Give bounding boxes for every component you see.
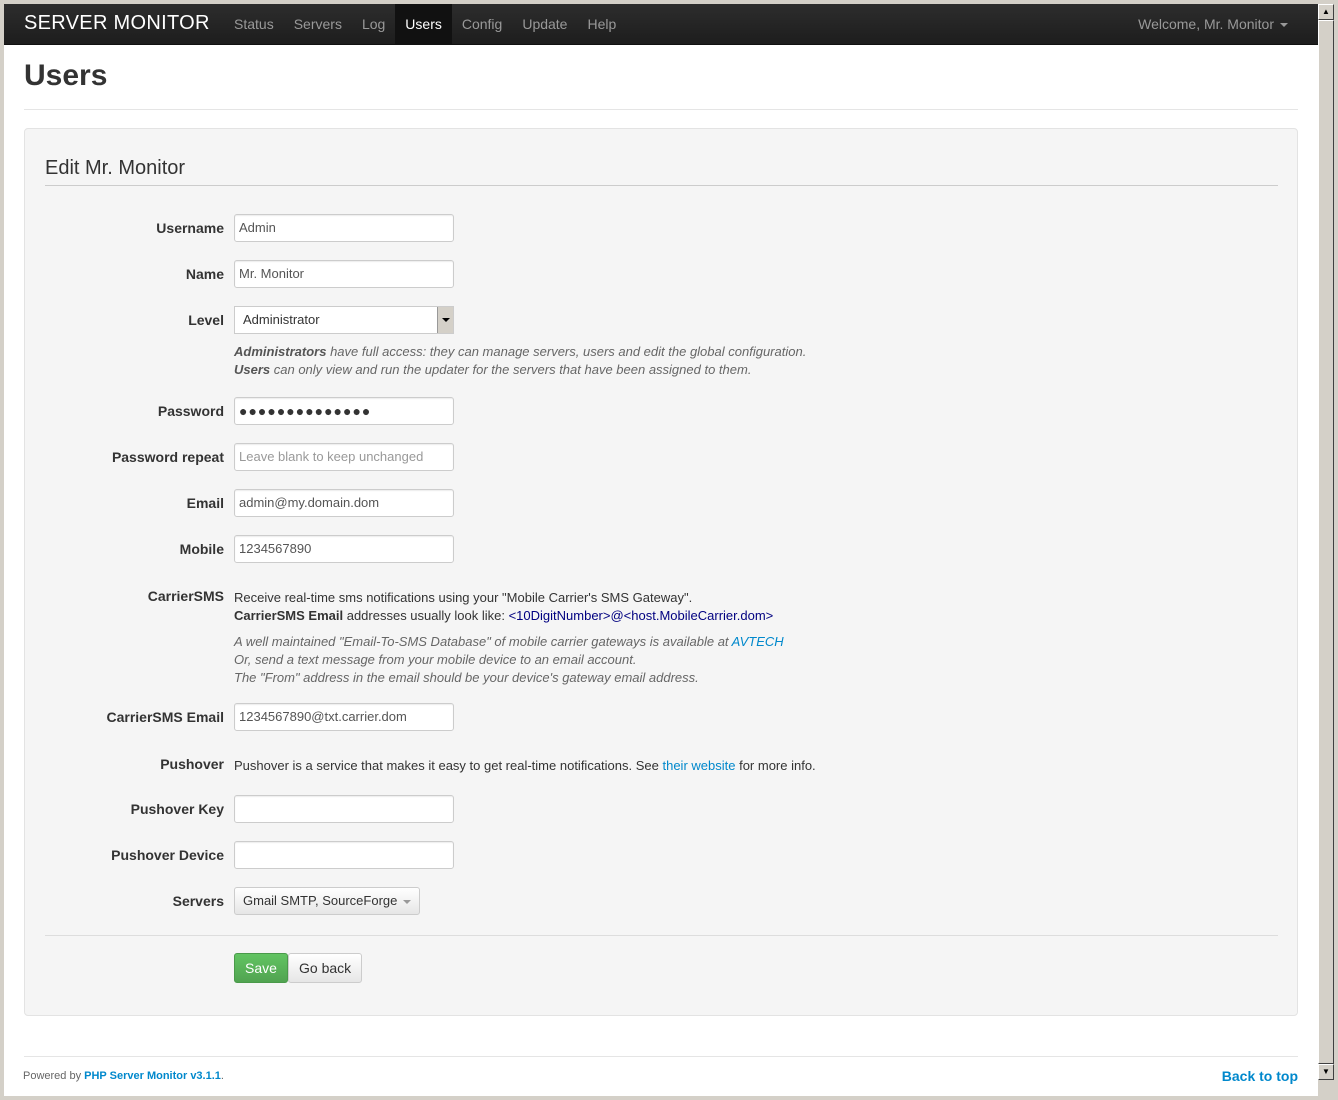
scroll-up-icon[interactable]: ▲ — [1318, 4, 1334, 20]
carriersms-help1: A well maintained "Email-To-SMS Database… — [234, 634, 784, 649]
footer-divider — [24, 1056, 1298, 1057]
level-select[interactable]: Administrator — [234, 306, 454, 334]
browser-viewport: SERVER MONITOR Status Servers Log Users … — [4, 4, 1318, 1096]
carriersms-email-input[interactable]: 1234567890@txt.carrier.dom — [234, 703, 454, 731]
form-actions-divider — [45, 935, 1278, 936]
nav-item-servers[interactable]: Servers — [284, 4, 352, 44]
nav-item-status[interactable]: Status — [224, 4, 284, 44]
carriersms-help2: Or, send a text message from your mobile… — [234, 652, 637, 667]
carriersms-help: A well maintained "Email-To-SMS Database… — [234, 633, 784, 687]
nav-item-users[interactable]: Users — [395, 4, 452, 44]
scrollbar-thumb[interactable] — [1318, 20, 1334, 1064]
mobile-input[interactable]: 1234567890 — [234, 535, 454, 563]
form-legend: Edit Mr. Monitor — [45, 157, 186, 179]
level-help-admin: Administrators have full access: they ca… — [234, 344, 807, 359]
password-label: Password — [157, 403, 224, 419]
email-label: Email — [186, 495, 224, 511]
nav-item-update[interactable]: Update — [512, 4, 577, 44]
servers-multiselect[interactable]: Gmail SMTP, SourceForge — [234, 887, 421, 915]
pushover-device-input[interactable] — [234, 841, 454, 869]
mobile-label: Mobile — [179, 541, 224, 557]
username-input[interactable]: Admin — [234, 214, 454, 242]
vertical-scrollbar[interactable]: ▲ ▼ — [1318, 4, 1334, 1080]
save-button[interactable]: Save — [234, 953, 288, 983]
username-label: Username — [156, 220, 224, 236]
brand-logo[interactable]: SERVER MONITOR — [24, 12, 210, 35]
go-back-button[interactable]: Go back — [288, 953, 363, 983]
carriersms-description: Receive real-time sms notifications usin… — [234, 589, 773, 625]
pushover-label: Pushover — [160, 756, 224, 772]
carriersms-line2: CarrierSMS Email addresses usually look … — [234, 608, 774, 623]
header-divider — [24, 109, 1298, 110]
nav-item-config[interactable]: Config — [452, 4, 512, 44]
nav-item-log[interactable]: Log — [352, 4, 395, 44]
carriersms-email-label: CarrierSMS Email — [106, 709, 225, 725]
password-repeat-label: Password repeat — [111, 449, 224, 465]
pushover-key-input[interactable] — [234, 795, 454, 823]
back-to-top-link[interactable]: Back to top — [1222, 1068, 1298, 1084]
carriersms-label: CarrierSMS — [147, 588, 224, 604]
avtech-link[interactable]: AVTECH — [732, 634, 784, 649]
chevron-down-icon — [1280, 23, 1288, 28]
name-input[interactable]: Mr. Monitor — [234, 260, 454, 288]
nav-item-help[interactable]: Help — [577, 4, 626, 44]
product-link[interactable]: PHP Server Monitor v3.1.1 — [84, 1070, 221, 1082]
level-help: Administrators have full access: they ca… — [234, 343, 806, 379]
pushover-device-label: Pushover Device — [111, 847, 224, 863]
page-title: Users — [24, 59, 108, 92]
pushover-key-label: Pushover Key — [130, 801, 224, 817]
scroll-down-icon[interactable]: ▼ — [1318, 1064, 1334, 1080]
edit-user-form: Edit Mr. Monitor Username Admin Name Mr.… — [24, 128, 1298, 1016]
servers-label: Servers — [172, 893, 224, 909]
pushover-description: Pushover is a service that makes it easy… — [234, 758, 816, 773]
main-nav: Status Servers Log Users Config Update H… — [224, 4, 626, 44]
carriersms-line1: Receive real-time sms notifications usin… — [234, 590, 693, 605]
top-navbar: SERVER MONITOR Status Servers Log Users … — [4, 4, 1318, 45]
footer-credits: Powered by PHP Server Monitor v3.1.1. — [23, 1070, 224, 1082]
carriersms-example: <10DigitNumber>@<host.MobileCarrier.dom> — [508, 608, 774, 623]
legend-divider — [45, 185, 1278, 186]
level-selected-value: Administrator — [243, 312, 320, 327]
level-help-user: Users can only view and run the updater … — [234, 362, 752, 377]
name-label: Name — [185, 266, 224, 282]
pushover-website-link[interactable]: their website — [662, 758, 735, 773]
dropdown-arrow-icon[interactable] — [437, 307, 453, 333]
carriersms-help3: The "From" address in the email should b… — [234, 670, 699, 685]
level-label: Level — [188, 312, 224, 328]
password-repeat-input[interactable]: Leave blank to keep unchanged — [234, 443, 454, 471]
password-input[interactable]: ●●●●●●●●●●●●●● — [234, 397, 454, 425]
welcome-text: Welcome, Mr. Monitor — [1138, 16, 1274, 32]
user-menu[interactable]: Welcome, Mr. Monitor — [1138, 4, 1288, 44]
chevron-down-icon — [403, 899, 412, 904]
email-input[interactable]: admin@my.domain.dom — [234, 489, 454, 517]
servers-selected-value: Gmail SMTP, SourceForge — [243, 893, 398, 908]
